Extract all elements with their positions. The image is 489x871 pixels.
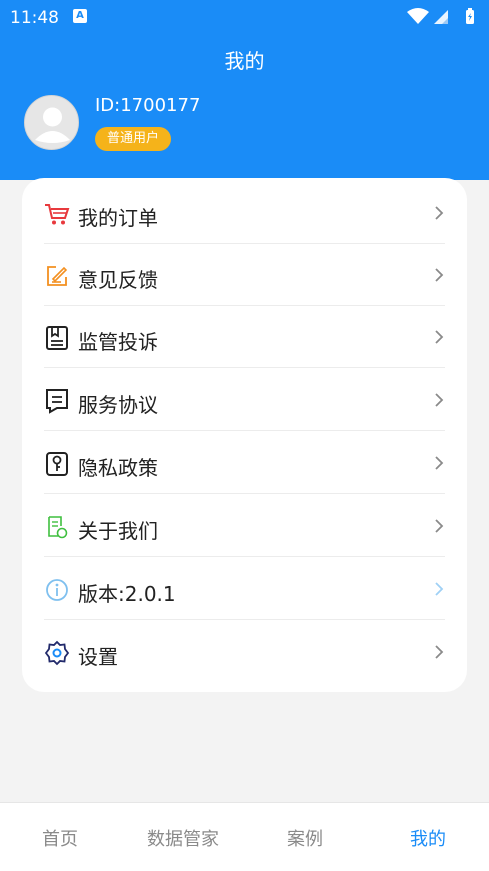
menu-item-about-us[interactable]: 关于我们: [44, 495, 445, 557]
page-title: 我的: [224, 49, 265, 73]
menu-item-label: 服务协议: [78, 393, 158, 417]
system-icons: [407, 8, 474, 24]
menu-item-label: 意见反馈: [78, 268, 158, 292]
menu-item-orders[interactable]: 我的订单: [44, 182, 445, 244]
user-placeholder-icon: [35, 107, 70, 143]
info-circle-icon: [46, 579, 68, 601]
tab-mine[interactable]: 我的: [368, 825, 488, 851]
notification-icon: A: [73, 9, 87, 23]
tab-cases[interactable]: 案例: [245, 825, 365, 851]
menu-item-version[interactable]: 版本:2.0.1: [44, 558, 445, 620]
chevron-right-icon: [435, 456, 444, 470]
battery-icon: [466, 8, 474, 24]
info-doc-icon: [48, 516, 68, 539]
menu-item-label: 我的订单: [78, 206, 158, 230]
menu-item-label: 隐私政策: [78, 456, 158, 480]
status-time: 11:48: [10, 8, 59, 28]
menu-item-service-agreement[interactable]: 服务协议: [44, 369, 445, 431]
chevron-right-icon: [435, 519, 444, 533]
avatar[interactable]: [24, 95, 79, 150]
menu-item-feedback[interactable]: 意见反馈: [44, 244, 445, 306]
cart-icon: [45, 204, 70, 225]
chevron-right-icon: [435, 330, 444, 344]
role-badge: 普通用户: [95, 127, 172, 151]
wifi-icon: [407, 8, 429, 24]
chevron-right-icon: [435, 268, 444, 282]
document-icon: [46, 389, 68, 414]
menu-item-settings[interactable]: 设置: [44, 621, 445, 683]
chevron-right-icon: [435, 393, 444, 407]
menu-card: 我的订单 意见反馈 监管投诉 服务协议 隐私政策 关于我们 版本:2.0.1 设…: [22, 178, 467, 692]
chevron-right-icon: [435, 582, 444, 596]
status-bar: 11:48 A: [0, 0, 489, 34]
chevron-right-icon: [435, 645, 444, 659]
user-id: ID:1700177: [95, 95, 201, 116]
menu-item-label: 关于我们: [78, 519, 158, 543]
bookmark-doc-icon: [46, 326, 68, 350]
key-icon: [46, 452, 68, 476]
menu-item-complaint[interactable]: 监管投诉: [44, 306, 445, 368]
tab-data-manager[interactable]: 数据管家: [123, 825, 243, 851]
menu-item-label: 监管投诉: [78, 330, 158, 354]
edit-icon: [47, 266, 68, 286]
tab-home[interactable]: 首页: [0, 825, 120, 851]
menu-item-label: 设置: [78, 645, 118, 669]
menu-item-privacy-policy[interactable]: 隐私政策: [44, 432, 445, 494]
chevron-right-icon: [435, 206, 444, 220]
menu-item-label: 版本:2.0.1: [78, 582, 176, 606]
bottom-tab-bar: 首页 数据管家 案例 我的: [0, 802, 489, 871]
gear-icon: [44, 640, 70, 666]
